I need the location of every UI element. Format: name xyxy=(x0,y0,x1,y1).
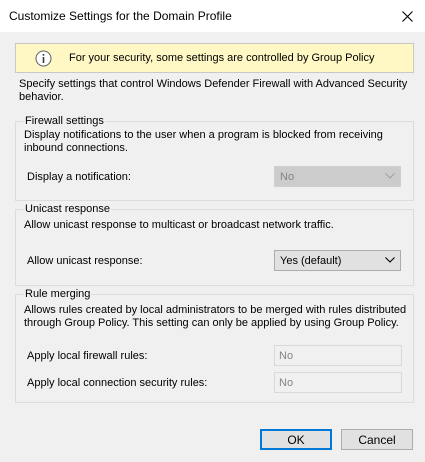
rule-merging-title: Rule merging xyxy=(24,288,92,301)
apply-firewall-rules-field[interactable]: No xyxy=(274,345,402,366)
apply-connection-rules-field[interactable]: No xyxy=(274,372,402,393)
cancel-button[interactable]: Cancel xyxy=(341,429,413,450)
firewall-settings-title: Firewall settings xyxy=(24,115,105,128)
rule-merging-description: Allows rules created by local administra… xyxy=(24,304,407,329)
firewall-settings-group: Firewall settings Display notifications … xyxy=(15,115,414,201)
unicast-response-title: Unicast response xyxy=(24,203,111,216)
apply-connection-rules-label: Apply local connection security rules: xyxy=(27,377,208,389)
info-bar-text: For your security, some settings are con… xyxy=(69,52,375,64)
unicast-response-group: Unicast response Allow unicast response … xyxy=(15,203,414,286)
apply-firewall-rules-value: No xyxy=(279,350,294,362)
cancel-button-label: Cancel xyxy=(358,432,396,447)
ok-button[interactable]: OK xyxy=(260,429,332,450)
firewall-settings-description: Display notifications to the user when a… xyxy=(24,129,383,154)
window-title: Customize Settings for the Domain Profil… xyxy=(9,9,232,23)
unicast-response-description: Allow unicast response to multicast or b… xyxy=(24,219,334,231)
allow-unicast-select[interactable]: Yes (default) xyxy=(274,250,401,271)
ok-button-label: OK xyxy=(287,432,305,447)
dialog-body: For your security, some settings are con… xyxy=(0,32,425,462)
apply-connection-rules-value: No xyxy=(279,377,294,389)
close-button[interactable] xyxy=(389,0,425,32)
display-notification-value: No xyxy=(280,171,295,183)
allow-unicast-label: Allow unicast response: xyxy=(27,255,143,267)
title-bar: Customize Settings for the Domain Profil… xyxy=(0,0,425,32)
rule-merging-group: Rule merging Allows rules created by loc… xyxy=(15,288,414,403)
display-notification-label: Display a notification: xyxy=(27,171,131,183)
display-notification-select[interactable]: No xyxy=(274,166,401,187)
allow-unicast-value: Yes (default) xyxy=(280,255,342,267)
chevron-down-icon xyxy=(385,257,395,263)
close-icon xyxy=(401,10,413,22)
apply-firewall-rules-label: Apply local firewall rules: xyxy=(27,350,148,362)
info-icon xyxy=(35,50,52,67)
chevron-down-icon xyxy=(385,173,395,179)
intro-text: Specify settings that control Windows De… xyxy=(19,78,408,103)
group-policy-info-bar: For your security, some settings are con… xyxy=(15,43,414,73)
